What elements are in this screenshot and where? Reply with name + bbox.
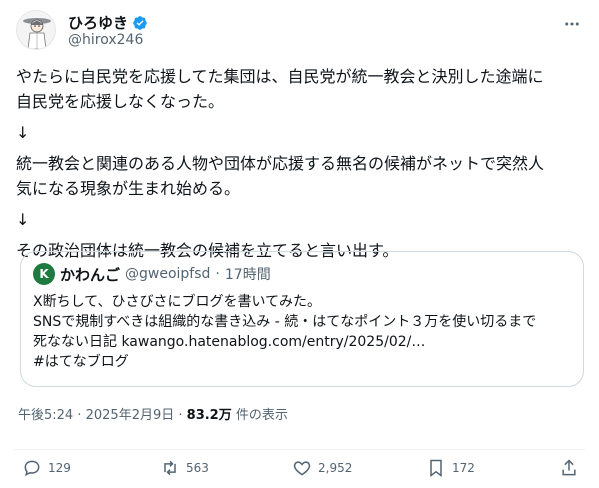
meta-separator: · (178, 408, 187, 423)
meta-separator: · (77, 408, 86, 423)
verified-badge-icon (133, 15, 147, 30)
quoted-separator: · (215, 266, 220, 282)
tweet-meta: 午後5:24 · 2025年2月9日 · 83.2万 件の表示 (18, 404, 288, 423)
author-display-name[interactable]: ひろゆき (68, 12, 128, 33)
quoted-handle: @gweoipfsd (125, 266, 211, 282)
avatar-illustration-icon (17, 11, 55, 49)
like-button[interactable]: 2,952 (292, 458, 352, 478)
like-count: 2,952 (318, 461, 353, 475)
quoted-text-line: 死なない日記 kawango.hatenablog.com/entry/2025… (33, 334, 426, 350)
quoted-text: X断ちして、ひさびさにブログを書いてみた。 SNSで規制すべきは組織的な書き込み… (33, 292, 571, 372)
repost-count: 563 (186, 461, 209, 475)
quoted-tweet[interactable]: K かわんご @gweoipfsd · 17時間 X断ちして、ひさびさにブログを… (20, 251, 584, 387)
heart-icon (293, 461, 311, 476)
tweet-date[interactable]: 2025年2月9日 (86, 408, 175, 423)
view-count: 83.2万 (186, 408, 232, 423)
author-name-line: ひろゆき (68, 12, 148, 33)
bookmark-count: 172 (452, 461, 475, 475)
tweet-text-line: ↓ (16, 210, 30, 229)
tweet-header: ひろゆき @hirox246 (16, 10, 587, 54)
quoted-avatar: K (33, 263, 55, 285)
quoted-display-name: かわんご (60, 265, 121, 284)
share-button[interactable] (559, 458, 579, 478)
bookmark-button[interactable]: 172 (426, 458, 475, 478)
tweet-text-line: ↓ (16, 123, 30, 142)
quoted-tweet-header: K かわんご @gweoipfsd · 17時間 (33, 262, 571, 286)
tweet-time[interactable]: 午後5:24 (18, 408, 73, 423)
more-options-icon[interactable] (561, 14, 583, 34)
tweet-text-line: 気になる現象が生まれ始める。 (16, 179, 241, 198)
tweet-text-line: 自民党を応援しなくなった。 (16, 92, 225, 111)
action-bar: 129 563 2,952 172 (14, 449, 585, 485)
tweet-text: やたらに自民党を応援してた集団は、自民党が統一教会と決別した途端に 自民党を応援… (16, 64, 586, 263)
tweet-text-line: やたらに自民党を応援してた集団は、自民党が統一教会と決別した途端に (16, 67, 544, 86)
avatar[interactable] (16, 10, 56, 50)
reply-button[interactable]: 129 (22, 458, 71, 478)
quoted-text-line: SNSで規制すべきは組織的な書き込み - 続・はてなポイント３万を使い切るまで (33, 314, 537, 330)
repost-icon (164, 460, 176, 476)
reply-icon (24, 460, 40, 477)
tweet-text-line: 統一教会と関連のある人物や団体が応援する無名の候補がネットで突然人 (16, 154, 545, 173)
quoted-text-line: X断ちして、ひさびさにブログを書いてみた。 (33, 294, 322, 310)
reply-count: 129 (48, 461, 71, 475)
share-icon (562, 459, 576, 476)
view-count-label: 件の表示 (235, 408, 288, 423)
quoted-time: 17時間 (224, 267, 271, 283)
repost-button[interactable]: 563 (160, 458, 209, 478)
quoted-text-line: #はてなブログ (33, 354, 129, 370)
author-handle[interactable]: @hirox246 (68, 32, 143, 48)
bookmark-icon (430, 459, 442, 477)
